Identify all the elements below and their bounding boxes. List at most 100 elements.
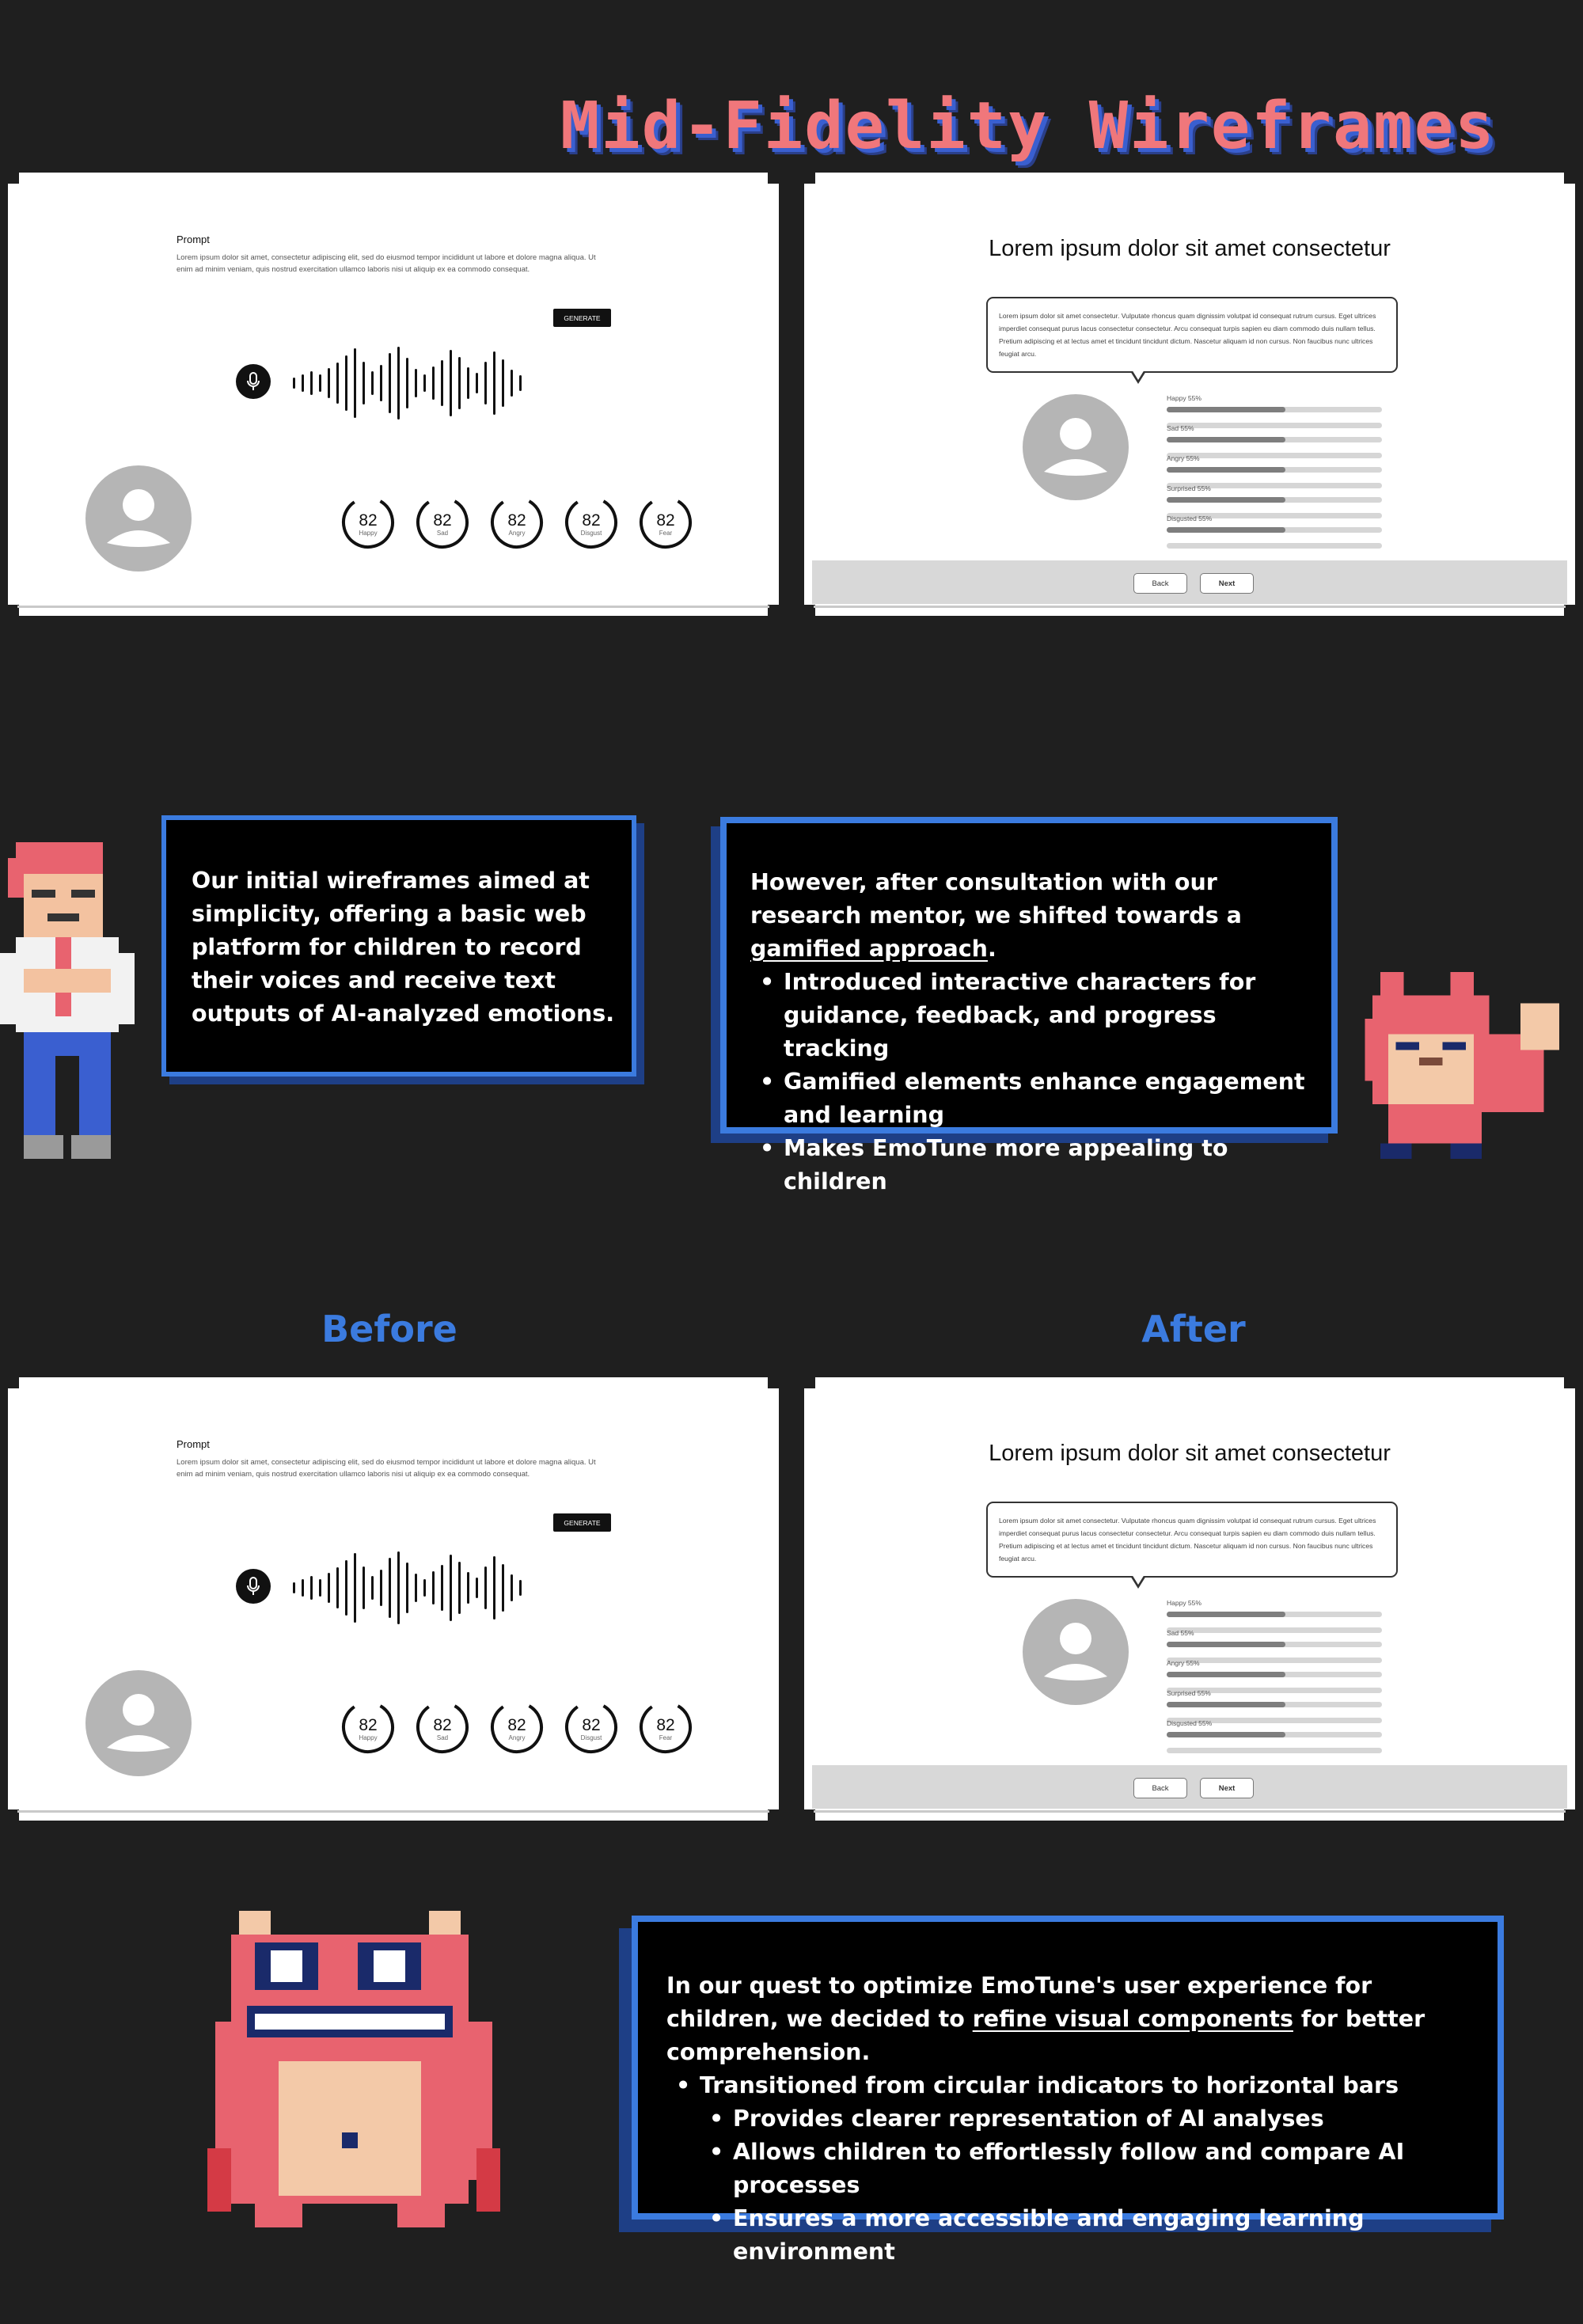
page-title: Mid-Fidelity Wireframes <box>560 89 1496 164</box>
footer-bar <box>812 560 1567 604</box>
bar-track <box>1167 1672 1382 1677</box>
bar-fill <box>1167 407 1285 412</box>
panel-refine: In our quest to optimize EmoTune's user … <box>632 1916 1504 2265</box>
ring-value: 82 <box>507 1716 526 1734</box>
bar-label: Happy 55% <box>1167 1599 1201 1607</box>
emotion-ring: 82 Disgust <box>564 1699 619 1755</box>
after-label: After <box>1141 1308 1246 1350</box>
refine-bullets: Transitioned from circular indicators to… <box>666 2069 1490 2269</box>
prompt-text: Lorem ipsum dolor sit amet, consectetur … <box>177 253 596 274</box>
bar-label: Disgusted 55% <box>1167 1719 1213 1727</box>
emotion-ring: 82 Happy <box>340 1699 396 1755</box>
bar-track-secondary <box>1167 1748 1382 1753</box>
ring-value: 82 <box>433 1716 452 1734</box>
ring-label: Disgust <box>580 1734 602 1741</box>
list-item: Makes EmoTune more appealing to children <box>750 1132 1328 1198</box>
after-title: Lorem ipsum dolor sit amet consectetur <box>989 236 1391 261</box>
list-item: Ensures a more accessible and engaging l… <box>666 2202 1490 2269</box>
list-item: Allows children to effortlessly follow a… <box>666 2136 1490 2202</box>
bar-fill <box>1167 437 1285 442</box>
bar-fill <box>1167 497 1285 503</box>
bar-track <box>1167 527 1382 533</box>
emotion-ring: 82 Disgust <box>564 495 619 550</box>
next-button[interactable]: Next <box>1200 573 1254 594</box>
wireframe-before-bottom: Prompt Lorem ipsum dolor sit amet, conse… <box>8 1377 779 1821</box>
emotion-ring: 82 Angry <box>489 1699 545 1755</box>
bar-label: Sad 55% <box>1167 1629 1194 1637</box>
ring-value: 82 <box>582 1716 601 1734</box>
prompt-label: Prompt <box>177 234 210 245</box>
bar-label: Sad 55% <box>1167 424 1194 432</box>
bar-track-secondary <box>1167 543 1382 549</box>
bar-track <box>1167 1732 1382 1737</box>
ring-label: Sad <box>436 1734 449 1741</box>
ring-label: Sad <box>436 530 449 537</box>
bar-track <box>1167 497 1382 503</box>
emotion-ring: 82 Happy <box>340 495 396 550</box>
gamified-bullets: Introduced interactive characters for gu… <box>750 966 1328 1198</box>
ring-label: Angry <box>508 530 526 537</box>
emotion-ring: 82 Fear <box>638 495 693 550</box>
user-avatar-icon <box>1023 394 1129 500</box>
speech-bubble: Lorem ipsum dolor sit amet consectetur. … <box>986 1502 1398 1578</box>
panel-initial-text: Our initial wireframes aimed at simplici… <box>192 868 615 1027</box>
emotion-bar: Disgusted 55% <box>1167 1718 1388 1753</box>
pixel-fox-character <box>1365 972 1560 1159</box>
refine-visual-link: refine visual components <box>972 2006 1293 2032</box>
pixel-boy-character <box>0 842 135 1159</box>
generate-button[interactable]: GENERATE <box>553 1513 611 1532</box>
prompt-label: Prompt <box>177 1438 210 1450</box>
user-avatar-icon <box>85 465 192 572</box>
bar-label: Surprised 55% <box>1167 1689 1211 1697</box>
sound-wave-icon <box>293 347 522 420</box>
bar-label: Angry 55% <box>1167 1659 1200 1667</box>
ring-label: Fear <box>659 1734 673 1741</box>
emotion-ring: 82 Fear <box>638 1699 693 1755</box>
ring-value: 82 <box>656 1716 675 1734</box>
panel-initial: Our initial wireframes aimed at simplici… <box>161 815 636 1077</box>
emotion-ring: 82 Sad <box>415 495 470 550</box>
wireframe-after-bottom: Lorem ipsum dolor sit amet consectetur L… <box>804 1377 1575 1821</box>
bar-track <box>1167 437 1382 442</box>
generate-button[interactable]: GENERATE <box>553 309 611 327</box>
speech-bubble: Lorem ipsum dolor sit amet consectetur. … <box>986 297 1398 373</box>
bar-fill <box>1167 1672 1285 1677</box>
ring-label: Happy <box>359 530 378 537</box>
bar-fill <box>1167 467 1285 473</box>
bar-fill <box>1167 1732 1285 1737</box>
bar-fill <box>1167 1702 1285 1707</box>
back-button[interactable]: Back <box>1133 1778 1187 1798</box>
next-button[interactable]: Next <box>1200 1778 1254 1798</box>
bar-track <box>1167 1642 1382 1647</box>
bar-track <box>1167 407 1382 412</box>
ring-value: 82 <box>359 1716 378 1734</box>
microphone-icon[interactable] <box>236 1569 271 1604</box>
prompt-text: Lorem ipsum dolor sit amet, consectetur … <box>177 1458 596 1479</box>
ring-label: Happy <box>359 1734 378 1741</box>
emotion-ring: 82 Sad <box>415 1699 470 1755</box>
ring-value: 82 <box>656 511 675 530</box>
panel-gamified: However, after consultation with our res… <box>720 817 1338 1194</box>
ring-value: 82 <box>359 511 378 530</box>
emotion-bar: Disgusted 55% <box>1167 513 1388 549</box>
ring-label: Fear <box>659 530 673 537</box>
sound-wave-icon <box>293 1551 522 1624</box>
bar-label: Surprised 55% <box>1167 484 1211 492</box>
wireframe-after-top: Lorem ipsum dolor sit amet consectetur L… <box>804 173 1575 616</box>
bar-fill <box>1167 1642 1285 1647</box>
microphone-icon[interactable] <box>236 364 271 399</box>
bar-fill <box>1167 527 1285 533</box>
wireframe-before-top: Prompt Lorem ipsum dolor sit amet, conse… <box>8 173 779 616</box>
list-item: Introduced interactive characters for gu… <box>750 966 1328 1065</box>
bar-fill <box>1167 1612 1285 1617</box>
after-title: Lorem ipsum dolor sit amet consectetur <box>989 1441 1391 1466</box>
back-button[interactable]: Back <box>1133 573 1187 594</box>
ring-label: Disgust <box>580 530 602 537</box>
ring-value: 82 <box>433 511 452 530</box>
list-item: Gamified elements enhance engagement and… <box>750 1065 1328 1132</box>
bar-track <box>1167 1702 1382 1707</box>
gamified-approach-link: gamified approach <box>750 936 988 962</box>
before-label: Before <box>321 1308 457 1350</box>
panel-gamified-intro: However, after consultation with our res… <box>750 869 1242 928</box>
pixel-monster-character <box>207 1911 500 2227</box>
